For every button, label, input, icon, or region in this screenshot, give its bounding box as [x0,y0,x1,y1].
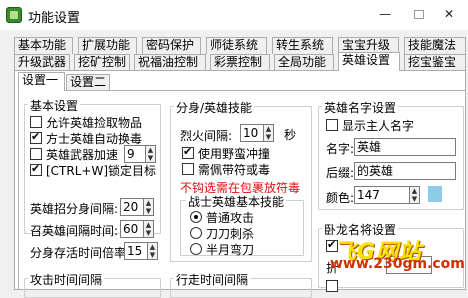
maximize-button[interactable] [410,6,428,22]
subtab-settings-1[interactable]: 设置一 [18,72,65,91]
hero-suffix-input[interactable]: 的英雄 [354,162,456,180]
wild-charge-label: 使用野蛮冲撞 [198,147,271,161]
minimize-button[interactable]: — [376,6,394,22]
wild-charge-checkbox[interactable] [182,145,194,159]
show-master-checkbox[interactable] [326,119,338,131]
hero-name-title: 英雄名字设置 [322,99,399,116]
weapon-boost-checkbox[interactable] [30,148,42,160]
summon-interval-input[interactable]: 20 [120,198,144,216]
tab-hero-settings[interactable]: 英雄设置 [338,52,400,71]
half-moon-radio[interactable] [190,243,202,255]
app-icon [6,7,22,23]
warrior-skill-title: 战士英雄基本技能 [186,193,287,210]
tab-rebirth[interactable]: 转生系统 [272,37,333,54]
fire-interval-label: 烈火间隔: [180,129,233,143]
tab-lottery-control[interactable]: 彩票控制 [210,54,270,71]
summon-interval-spinner[interactable]: ▲ ▼ [143,198,154,216]
walk-interval-title: 行走时间间隔 [174,271,251,288]
fire-interval-input[interactable]: 10 [240,124,264,142]
normal-attack-label: 普通攻击 [206,211,255,225]
clone-duration-label: 分身存活时间倍率: [30,246,131,260]
name-label: 名字: [326,142,355,156]
need-amulet-label: 需佩带符或毒 [198,163,271,177]
clone-duration-spinner[interactable]: ▲ ▼ [147,242,158,260]
maximize-icon [414,10,424,19]
tab-upgrade-weapon[interactable]: 升级武器 [14,54,70,71]
summon-interval-label: 英雄招分身间隔: [30,202,119,216]
fire-interval-spinner[interactable]: ▲ ▼ [263,124,274,142]
tab-password-protect[interactable]: 密码保护 [142,37,201,54]
window-title: 功能设置 [28,11,81,26]
auto-poison-checkbox[interactable] [30,130,42,144]
hero-color-input[interactable]: 147 [354,186,410,204]
attack-interval-title: 攻击时间间隔 [28,271,105,288]
weapon-boost-label: 英雄武器加速 [46,148,119,162]
allow-pickup-label: 允许英雄捡取物品 [46,116,143,130]
lock-target-label: [CTRL+W]锁定目标 [46,164,157,178]
allow-pickup-checkbox[interactable] [30,116,42,128]
color-label: 颜色: [326,191,355,205]
clone-skill-title: 分身/英雄技能 [174,99,255,116]
half-moon-label: 半月弯刀 [206,243,255,257]
need-amulet-checkbox[interactable] [182,163,194,175]
show-master-label: 显示主人名字 [342,119,415,133]
title-bar: 功能设置 — ✕ [0,0,468,30]
close-button[interactable]: ✕ [440,6,458,22]
site-watermark: 飞G网站 www.230gm.com [328,234,468,272]
weapon-boost-input[interactable]: 9 [124,145,146,163]
basic-settings-title: 基本设置 [28,97,81,114]
tab-skill-magic[interactable]: 技能魔法 [404,37,466,54]
hero-color-spinner[interactable]: ▲ ▼ [409,186,420,204]
watermark-url: www.230gm.com [330,256,465,272]
tab-global-functions[interactable]: 全局功能 [274,54,334,71]
tab-blessing-oil[interactable]: 祝福油控制 [134,54,206,71]
fire-interval-unit: 秒 [284,128,297,142]
recall-interval-label: 召英雄间隔时间: [30,224,119,238]
recall-interval-input[interactable]: 60 [120,220,144,238]
lock-target-checkbox[interactable] [30,162,42,176]
tab-extended-functions[interactable]: 扩展功能 [78,37,137,54]
recall-interval-spinner[interactable]: ▲ ▼ [143,220,154,238]
suffix-label: 后缀: [326,166,355,180]
dragon-option2-checkbox[interactable] [326,280,338,292]
subtab-settings-2[interactable]: 设置二 [66,74,110,91]
normal-attack-radio[interactable] [190,211,202,223]
tab-treasure-appraise[interactable]: 挖宝鉴宝 [404,54,466,71]
thrust-label: 刀刀刺杀 [206,227,255,241]
clone-duration-input[interactable]: 15 [124,242,148,260]
color-swatch[interactable] [428,186,442,202]
tab-mining-control[interactable]: 挖矿控制 [74,54,130,71]
hero-name-input[interactable]: 英雄 [354,138,456,156]
tab-master-disciple[interactable]: 师徒系统 [206,37,267,54]
weapon-boost-spinner[interactable]: ▲ ▼ [145,145,156,163]
tab-basic-functions[interactable]: 基本功能 [14,37,73,54]
thrust-radio[interactable] [190,227,202,239]
